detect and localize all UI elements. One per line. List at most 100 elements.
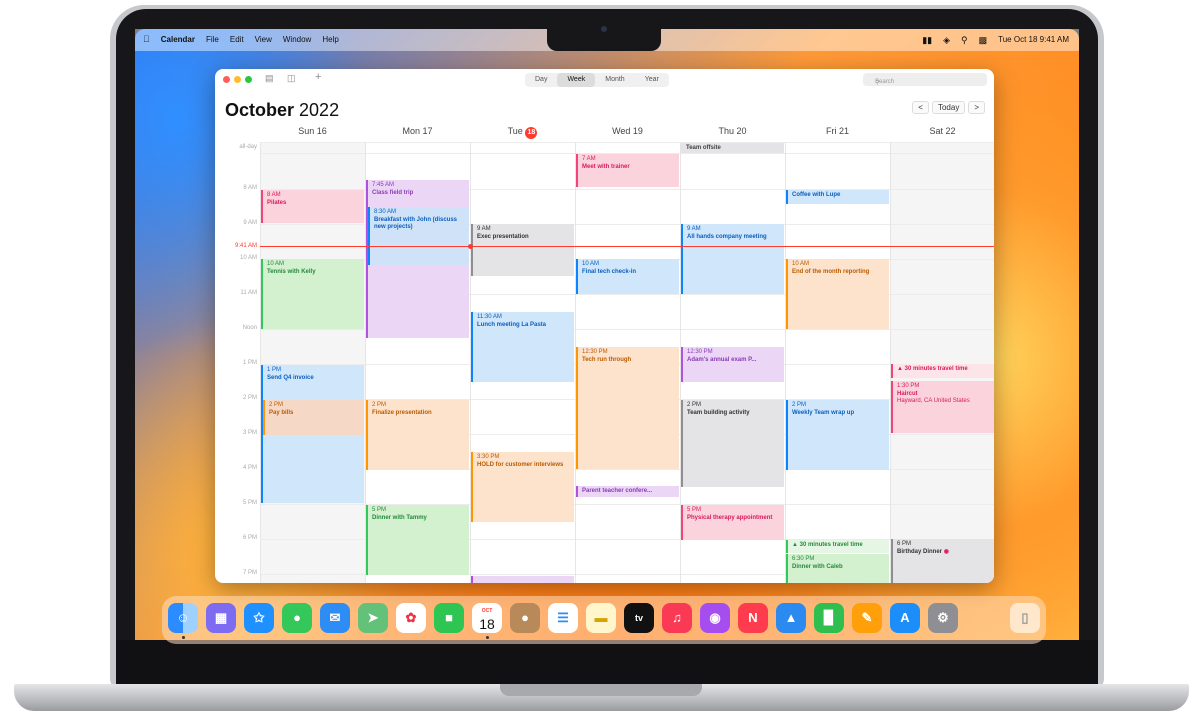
menu-window[interactable]: Window — [283, 35, 311, 44]
event-coffee-lupe[interactable]: Coffee with Lupe — [786, 190, 889, 204]
music-icon[interactable]: ♫ — [662, 603, 692, 633]
event-dinner-caleb[interactable]: 6:30 PM Dinner with Caleb — [786, 554, 889, 583]
day-header-sun[interactable]: Sun 16 — [260, 126, 365, 136]
menu-edit[interactable]: Edit — [230, 35, 244, 44]
calendar-dock-day: 18 — [479, 616, 495, 632]
trash-icon[interactable]: ▯ — [1010, 603, 1040, 633]
pages-icon[interactable]: ✎ — [852, 603, 882, 633]
event-haircut[interactable]: 1:30 PM Haircut Hayward, CA United States — [891, 381, 994, 433]
next-week-button[interactable]: > — [968, 101, 985, 114]
camera-notch — [547, 29, 661, 51]
current-time-label: 9:41 AM — [234, 243, 257, 249]
event-parent-teacher[interactable]: Parent teacher confere... — [576, 486, 679, 497]
date-nav: < Today > — [912, 101, 985, 114]
facetime-icon[interactable]: ■ — [434, 603, 464, 633]
week-grid[interactable]: all-day 8 AM 9 AM 10 AM 11 AM Noon 1 PM … — [215, 142, 994, 583]
day-header-sat[interactable]: Sat 22 — [890, 126, 994, 136]
hour-label: 1 PM — [242, 360, 257, 366]
event-team-building[interactable]: 2 PM Team building activity — [681, 400, 784, 487]
add-event-button[interactable]: + — [315, 71, 321, 83]
news-icon[interactable]: N — [738, 603, 768, 633]
event-finalize-presentation[interactable]: 2 PM Finalize presentation — [366, 400, 469, 470]
tab-week[interactable]: Week — [557, 73, 596, 87]
camera-icon — [601, 26, 607, 32]
keynote-icon[interactable]: ▲ — [776, 603, 806, 633]
calendar-window: ▤ ◫ + Day Week Month Year ⚲ Search Octob… — [215, 69, 994, 583]
event-tech-check-in[interactable]: 10 AM Final tech check-in — [576, 259, 679, 294]
messages-icon[interactable]: ● — [282, 603, 312, 633]
event-dinner-tammy[interactable]: 5 PM Dinner with Tammy — [366, 505, 469, 575]
year-label: 2022 — [299, 100, 340, 120]
tab-day[interactable]: Day — [525, 73, 557, 87]
event-tennis[interactable]: 10 AM Tennis with Kelly — [261, 259, 364, 329]
event-travel-time-sat[interactable]: ▲ 30 minutes travel time — [891, 364, 994, 378]
spotlight-icon[interactable]: ⚲ — [961, 35, 968, 44]
podcasts-icon[interactable]: ◉ — [700, 603, 730, 633]
day-header-thu[interactable]: Thu 20 — [680, 126, 785, 136]
numbers-icon[interactable]: ▉ — [814, 603, 844, 633]
menu-app-name[interactable]: Calendar — [161, 35, 195, 44]
event-breakfast-john[interactable]: 8:30 AM Breakfast with John (discuss new … — [368, 207, 469, 265]
menu-file[interactable]: File — [206, 35, 219, 44]
tab-month[interactable]: Month — [595, 73, 634, 87]
control-center-icon[interactable]: ▩ — [979, 35, 988, 44]
event-hold-interviews[interactable]: 3:30 PM HOLD for customer interviews — [471, 452, 574, 522]
event-meet-trainer[interactable]: 7 AM Meet with trainer — [576, 154, 679, 187]
event-pilates[interactable]: 8 AM Pilates — [261, 190, 364, 223]
wifi-icon[interactable]: ◈ — [943, 35, 950, 44]
day-header-tue[interactable]: Tue 18 — [470, 126, 575, 139]
tv-icon[interactable]: tv — [624, 603, 654, 633]
event-month-reporting[interactable]: 10 AM End of the month reporting — [786, 259, 889, 329]
menu-clock[interactable]: Tue Oct 18 9:41 AM — [998, 35, 1069, 44]
launchpad-icon[interactable]: ▦ — [206, 603, 236, 633]
all-day-event[interactable]: Team offsite — [680, 143, 784, 153]
event-physical-therapy[interactable]: 5 PM Physical therapy appointment — [681, 505, 784, 540]
zoom-icon[interactable] — [245, 76, 252, 83]
reminders-icon[interactable]: ☰ — [548, 603, 578, 633]
mail-icon[interactable]: ✉ — [320, 603, 350, 633]
day-header-wed[interactable]: Wed 19 — [575, 126, 680, 136]
event-all-hands[interactable]: 9 AM All hands company meeting — [681, 224, 784, 294]
hour-label: 4 PM — [242, 465, 257, 471]
inbox-icon[interactable]: ◫ — [287, 73, 296, 84]
event-travel-time-fri[interactable]: ▲ 30 minutes travel time — [786, 540, 889, 553]
minimize-icon[interactable] — [234, 76, 241, 83]
day-header-fri[interactable]: Fri 21 — [785, 126, 890, 136]
today-button[interactable]: Today — [931, 101, 966, 114]
app-store-icon[interactable]: A — [890, 603, 920, 633]
event-annual-exam[interactable]: 12:30 PM Adam's annual exam P... — [681, 347, 784, 382]
close-icon[interactable] — [223, 76, 230, 83]
event-birthday-dinner[interactable]: 6 PM Birthday Dinner ◉ — [891, 539, 994, 583]
search-input[interactable]: ⚲ Search — [863, 73, 987, 86]
event-exec-presentation[interactable]: 9 AM Exec presentation — [471, 224, 574, 276]
grid-line — [890, 142, 891, 583]
weekend-shade-sat — [890, 142, 994, 583]
calendar-dock-icon[interactable]: OCT 18 — [472, 603, 502, 633]
prev-week-button[interactable]: < — [912, 101, 929, 114]
day-header-mon[interactable]: Mon 17 — [365, 126, 470, 136]
calendars-list-icon[interactable]: ▤ — [265, 73, 274, 84]
event-pay-bills[interactable]: 2 PM Pay bills — [263, 400, 364, 435]
maps-icon[interactable]: ➤ — [358, 603, 388, 633]
notes-icon[interactable]: ▬ — [586, 603, 616, 633]
menu-view[interactable]: View — [255, 35, 272, 44]
hour-label: 5 PM — [242, 500, 257, 506]
apple-menu-icon[interactable]:  — [143, 35, 150, 44]
grid-line — [260, 142, 994, 143]
battery-icon[interactable]: ▮▮ — [922, 35, 932, 44]
system-settings-icon[interactable]: ⚙ — [928, 603, 958, 633]
finder-icon[interactable]: ☺ — [168, 603, 198, 633]
event-lunch-meeting[interactable]: 11:30 AM Lunch meeting La Pasta — [471, 312, 574, 382]
photos-icon[interactable]: ✿ — [396, 603, 426, 633]
safari-icon[interactable]: ✩ — [244, 603, 274, 633]
event-overflow[interactable] — [471, 576, 574, 583]
menu-help[interactable]: Help — [322, 35, 338, 44]
event-weekly-wrap-up[interactable]: 2 PM Weekly Team wrap up — [786, 400, 889, 470]
event-tech-run-through[interactable]: 12:30 PM Tech run through — [576, 347, 679, 469]
running-indicator — [486, 636, 489, 639]
page-title: October 2022 — [225, 100, 339, 121]
hour-label: all-day — [239, 144, 257, 150]
tab-year[interactable]: Year — [635, 73, 669, 87]
contacts-icon[interactable]: ● — [510, 603, 540, 633]
hour-label: 3 PM — [242, 430, 257, 436]
